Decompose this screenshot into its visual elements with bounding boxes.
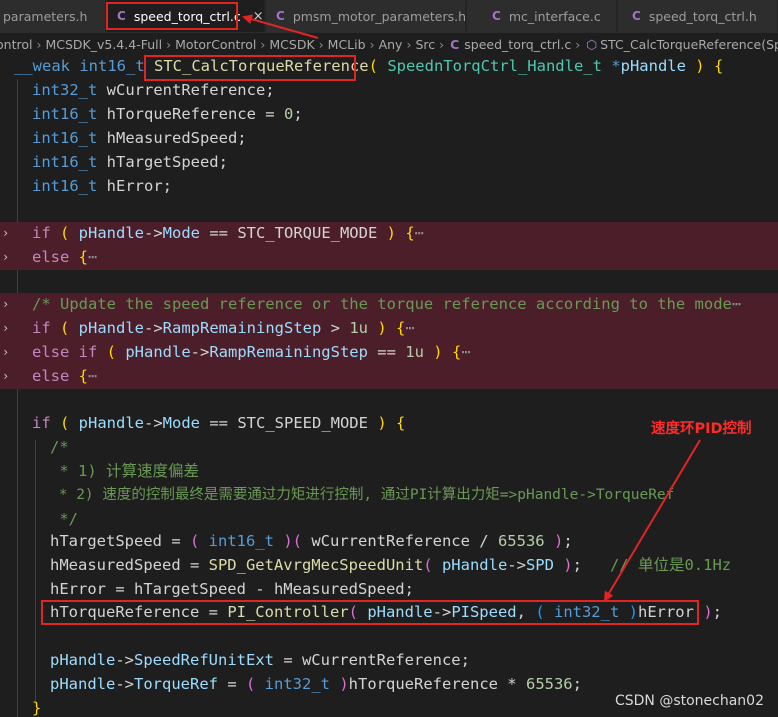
tab-parameters-h[interactable]: parameters.h	[0, 0, 106, 32]
function-name: STC_CalcTorqueReference	[154, 57, 369, 75]
code-line[interactable]: hMeasuredSpeed = SPD_GetAvrgMecSpeedUnit…	[0, 554, 778, 578]
c-file-icon: C	[632, 9, 641, 23]
folded-ellipsis[interactable]: ⋯	[732, 295, 741, 313]
code-line[interactable]: hTargetSpeed = ( int16_t )( wCurrentRefe…	[0, 530, 778, 554]
code-line[interactable]: int16_t hMeasuredSpeed;	[0, 127, 778, 151]
c-file-icon: C	[450, 36, 460, 52]
breadcrumb-symbol[interactable]: STC_CalcTorqueReference(Speed	[600, 37, 778, 52]
code-line-function-signature[interactable]: __weak int16_t STC_CalcTorqueReference( …	[0, 55, 778, 79]
close-icon[interactable]: ×	[253, 9, 264, 24]
tab-label: speed_torq_ctrl.c	[133, 8, 241, 24]
tab-mc-interface-c[interactable]: C mc_interface.c	[467, 0, 617, 32]
tab-label: speed_torq_ctrl.h	[648, 8, 757, 24]
code-line-folded[interactable]: › if ( pHandle->Mode == STC_TORQUE_MODE )…	[0, 222, 778, 246]
code-line[interactable]: hError = hTargetSpeed - hMeasuredSpeed;	[0, 578, 778, 602]
chevron-right-icon[interactable]: ›	[2, 341, 9, 365]
folded-ellipsis[interactable]: ⋯	[88, 248, 97, 266]
code-line[interactable]: int16_t hTargetSpeed;	[0, 151, 778, 175]
breadcrumb: ontrol› MCSDK_v5.4.4-Full› MotorControl›…	[0, 33, 778, 55]
breadcrumb-item[interactable]: MCLib	[328, 37, 366, 52]
tab-label: pmsm_motor_parameters.h	[292, 8, 466, 24]
chevron-right-icon: ›	[260, 36, 266, 52]
code-line-folded[interactable]: › else {⋯	[0, 365, 778, 389]
watermark: CSDN @stonechan02	[614, 693, 764, 709]
code-line-comment[interactable]: */	[0, 508, 778, 532]
c-file-icon: C	[117, 9, 126, 23]
breadcrumb-item[interactable]: Any	[379, 37, 403, 52]
breadcrumb-item[interactable]: MotorControl	[175, 37, 256, 52]
editor-tab-bar: parameters.h C speed_torq_ctrl.c × C pms…	[0, 0, 778, 33]
chevron-right-icon: ›	[166, 36, 172, 52]
code-line-folded[interactable]: › else {⋯	[0, 246, 778, 270]
breadcrumb-file[interactable]: speed_torq_ctrl.c	[464, 37, 571, 52]
breadcrumb-item[interactable]: ontrol	[0, 37, 32, 52]
code-line[interactable]: pHandle->SpeedRefUnitExt = wCurrentRefer…	[0, 649, 778, 673]
chevron-right-icon: ›	[318, 36, 324, 52]
annotation-label: 速度环PID控制	[651, 421, 752, 437]
code-line-folded-comment[interactable]: ›/* Update the speed reference or the to…	[0, 293, 778, 317]
chevron-right-icon[interactable]: ›	[2, 246, 9, 270]
code-line[interactable]: int16_t hTorqueReference = 0;	[0, 103, 778, 127]
chevron-right-icon[interactable]: ›	[2, 222, 9, 246]
chevron-right-icon[interactable]: ›	[2, 317, 9, 341]
code-line-folded[interactable]: › else if ( pHandle->RampRemainingStep ==…	[0, 341, 778, 365]
tab-pmsm-motor-parameters-h[interactable]: C pmsm_motor_parameters.h	[266, 0, 466, 32]
chevron-right-icon: ›	[575, 36, 581, 52]
code-editor[interactable]: __weak int16_t STC_CalcTorqueReference( …	[0, 55, 778, 717]
chevron-right-icon[interactable]: ›	[2, 365, 9, 389]
chevron-right-icon: ›	[369, 36, 375, 52]
function-symbol-icon: ⬡	[586, 36, 598, 52]
chevron-right-icon: ›	[406, 36, 412, 52]
code-line-pi-controller[interactable]: hTorqueReference = PI_Controller( pHandl…	[0, 601, 778, 625]
breadcrumb-item[interactable]: MCSDK	[269, 37, 314, 52]
code-line-comment[interactable]: * 1) 计算速度偏差	[0, 460, 778, 484]
tab-label: parameters.h	[3, 8, 88, 24]
code-line-comment[interactable]: * 2) 速度的控制最终是需要通过力矩进行控制, 通过PI计算出力矩=>pHan…	[0, 484, 778, 508]
code-line-comment[interactable]: /*	[0, 436, 778, 460]
c-file-icon: C	[276, 9, 285, 23]
folded-ellipsis[interactable]: ⋯	[405, 319, 414, 337]
folded-ellipsis[interactable]: ⋯	[415, 224, 424, 242]
chevron-right-icon: ›	[439, 36, 445, 52]
tab-speed-torq-ctrl-h[interactable]: C speed_torq_ctrl.h	[618, 0, 778, 32]
folded-ellipsis[interactable]: ⋯	[461, 343, 470, 361]
chevron-right-icon[interactable]: ›	[2, 293, 9, 317]
chevron-right-icon: ›	[36, 36, 42, 52]
code-line[interactable]: int32_t wCurrentReference;	[0, 79, 778, 103]
breadcrumb-item[interactable]: MCSDK_v5.4.4-Full	[45, 37, 162, 52]
c-file-icon: C	[492, 9, 501, 23]
tab-label: mc_interface.c	[508, 8, 601, 24]
tab-speed-torq-ctrl-c[interactable]: C speed_torq_ctrl.c ×	[107, 0, 265, 32]
code-line-folded[interactable]: › if ( pHandle->RampRemainingStep > 1u ) …	[0, 317, 778, 341]
code-line[interactable]: int16_t hError;	[0, 175, 778, 199]
breadcrumb-item[interactable]: Src	[415, 37, 435, 52]
folded-ellipsis[interactable]: ⋯	[88, 367, 97, 385]
